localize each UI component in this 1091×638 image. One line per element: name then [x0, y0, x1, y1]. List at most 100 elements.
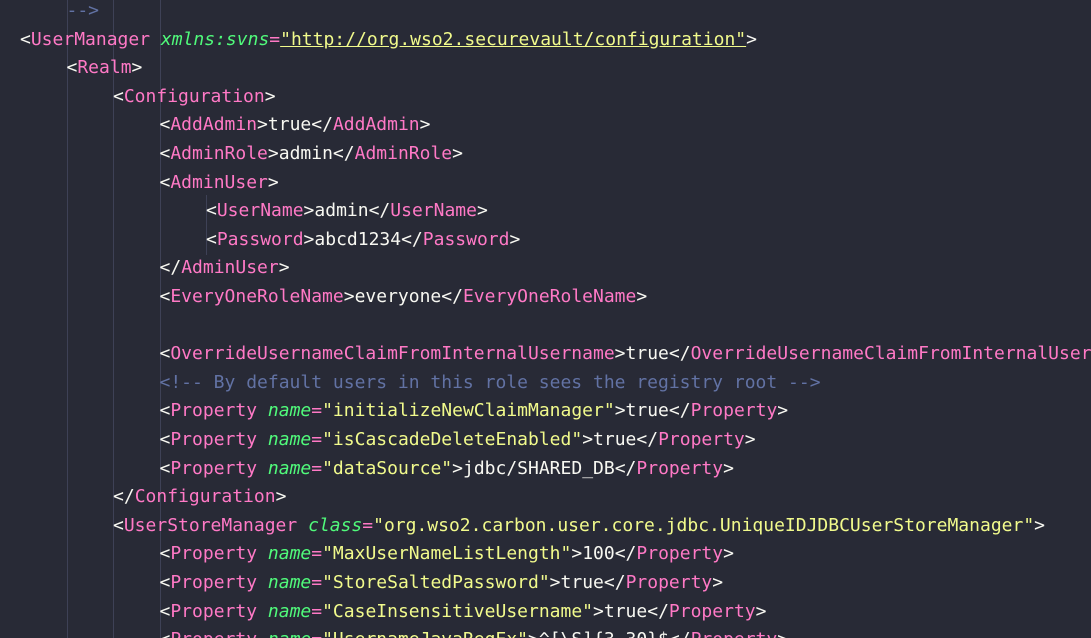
tag-name: UserStoreManager	[123, 514, 298, 536]
code-line[interactable]: <EveryOneRoleName>everyone</EveryOneRole…	[160, 283, 648, 311]
punctuation: >	[582, 429, 594, 450]
tag-name: AdminRole	[170, 143, 268, 164]
text-content: ^[\S]{3,30}$	[539, 629, 669, 638]
tag-name: Property	[170, 629, 257, 638]
punctuation: >	[257, 114, 268, 136]
punctuation	[257, 400, 268, 421]
code-line[interactable]: <UserManager xmlns:svns="http://org.wso2…	[20, 26, 757, 54]
code-editor[interactable]: --> <UserManager xmlns:svns="http://org.w…	[0, 0, 1091, 638]
equals-sign: =	[311, 543, 323, 565]
code-line[interactable]: <Property name="initializeNewClaimManage…	[160, 397, 789, 425]
punctuation: <	[159, 429, 171, 450]
punctuation: </	[441, 286, 463, 307]
equals-sign: =	[311, 600, 323, 622]
code-line[interactable]: <Realm>	[67, 54, 143, 82]
text-content: true	[560, 572, 604, 593]
code-line[interactable]: </AdminUser>	[160, 254, 290, 282]
punctuation	[257, 543, 268, 564]
code-line[interactable]: <OverrideUsernameClaimFromInternalUserna…	[160, 340, 1091, 368]
punctuation	[257, 458, 268, 479]
tag-name: Property	[636, 457, 724, 479]
code-line[interactable]: <Property name="CaseInsensitiveUsername"…	[160, 598, 767, 626]
equals-sign: =	[311, 629, 322, 638]
punctuation: >	[452, 143, 463, 164]
punctuation: <	[159, 400, 171, 422]
code-line[interactable]: <!-- By default users in this role sees …	[160, 369, 821, 397]
tag-name: UserManager	[30, 28, 151, 50]
punctuation: <	[206, 228, 217, 250]
equals-sign: =	[311, 429, 323, 450]
punctuation: >	[777, 629, 788, 638]
code-line[interactable]: <AdminUser>	[160, 169, 279, 197]
punctuation: </	[669, 629, 691, 638]
punctuation: </	[647, 600, 669, 622]
equals-sign: =	[269, 28, 281, 50]
text-content: admin	[314, 200, 369, 222]
punctuation: >	[755, 600, 767, 622]
punctuation: >	[528, 629, 539, 638]
punctuation: <	[159, 286, 171, 307]
code-line[interactable]: <AddAdmin>true</AddAdmin>	[160, 111, 431, 139]
punctuation: <	[160, 629, 171, 638]
code-line[interactable]: <AdminRole>admin</AdminRole>	[160, 140, 464, 168]
punctuation: </	[368, 200, 391, 222]
text-content: true	[603, 600, 648, 622]
tag-name: Property	[170, 457, 258, 479]
tag-name: Property	[636, 543, 724, 565]
punctuation: >	[712, 572, 724, 593]
tag-name: OverrideUsernameClaimFromInternalUsernam…	[690, 343, 1091, 365]
tag-name: AdminUser	[170, 171, 268, 193]
punctuation: >	[267, 143, 279, 164]
code-line[interactable]: </Configuration>	[113, 483, 286, 511]
code-line[interactable]: <Property name="dataSource">jdbc/SHARED_…	[160, 455, 734, 483]
code-line[interactable]: <Property name="MaxUserNameListLength">1…	[160, 540, 734, 568]
attribute-name: name	[267, 543, 312, 565]
tag-name: AddAdmin	[332, 114, 420, 136]
punctuation: >	[614, 400, 626, 422]
punctuation: <	[159, 143, 171, 164]
tag-name: Property	[691, 629, 778, 638]
punctuation: >	[509, 228, 521, 250]
punctuation: >	[303, 200, 315, 222]
punctuation: <	[206, 200, 217, 222]
punctuation: >	[777, 400, 789, 422]
punctuation: >	[264, 85, 276, 107]
code-line[interactable]: <Property name="StoreSaltedPassword">tru…	[160, 569, 724, 597]
code-line[interactable]: <UserStoreManager class="org.wso2.carbon…	[113, 512, 1045, 540]
code-line[interactable]: <Property name="UsernameJavaRegEx">^[\S]…	[160, 626, 789, 638]
punctuation: </	[636, 429, 659, 450]
tag-name: Property	[170, 600, 258, 622]
punctuation	[150, 29, 161, 50]
tag-name: Property	[170, 543, 258, 565]
attribute-value: "MaxUserNameListLength"	[322, 543, 572, 565]
text-content: true	[593, 429, 637, 450]
tag-name: AdminUser	[181, 257, 279, 279]
punctuation: >	[452, 457, 463, 479]
tag-name: Property	[170, 572, 258, 593]
attribute-value: "StoreSaltedPassword"	[322, 572, 550, 593]
attribute-name: name	[268, 629, 311, 638]
punctuation: >	[614, 343, 626, 365]
tag-name: OverrideUsernameClaimFromInternalUsernam…	[170, 343, 615, 365]
indent-guide	[66, 0, 68, 638]
code-line[interactable]: -->	[67, 0, 100, 25]
tag-name: Realm	[77, 57, 132, 79]
equals-sign: =	[311, 457, 323, 479]
tag-name: Property	[658, 429, 745, 450]
text-content: abcd1234	[314, 228, 402, 250]
tag-name: Configuration	[123, 85, 265, 107]
code-line[interactable]: <Property name="isCascadeDeleteEnabled">…	[160, 426, 756, 454]
punctuation: >	[593, 600, 604, 622]
punctuation: </	[401, 228, 423, 250]
punctuation: <	[159, 543, 171, 565]
punctuation: <	[20, 28, 31, 50]
tag-name: AddAdmin	[170, 114, 258, 136]
attribute-value: "org.wso2.carbon.user.core.jdbc.UniqueID…	[373, 514, 1035, 536]
punctuation: >	[267, 171, 279, 193]
punctuation: >	[723, 457, 734, 479]
code-line[interactable]: <UserName>admin</UserName>	[206, 197, 488, 225]
punctuation: </	[603, 572, 626, 593]
code-line[interactable]: <Configuration>	[113, 83, 276, 111]
code-line[interactable]: <Password>abcd1234</Password>	[206, 226, 520, 254]
text-content: true	[625, 400, 669, 422]
